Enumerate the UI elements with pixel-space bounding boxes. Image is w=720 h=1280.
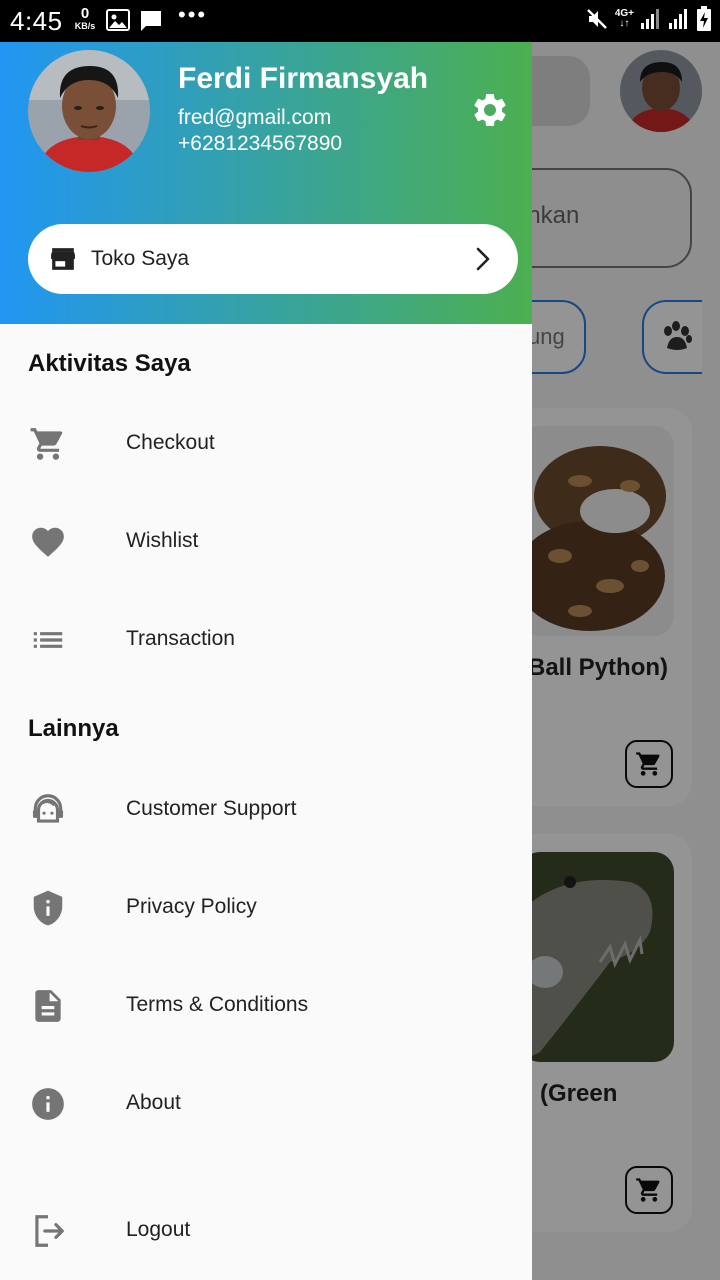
menu-label-terms-conditions: Terms & Conditions [126, 993, 309, 1016]
menu-item-terms-conditions[interactable]: Terms & Conditions [0, 971, 532, 1041]
chevron-right-icon [476, 247, 490, 271]
menu-item-logout[interactable]: Logout [0, 1196, 532, 1266]
status-time: 4:45 [10, 6, 63, 36]
shield-icon [28, 890, 68, 926]
gear-icon [474, 93, 506, 126]
signal-icon [669, 9, 687, 29]
mute-icon [586, 9, 607, 29]
net-speed: 0 KB/s [72, 6, 98, 31]
menu-item-transaction[interactable]: Transaction [0, 605, 532, 675]
menu-item-customer-support[interactable]: Customer Support [0, 775, 532, 845]
menu-label-about: About [126, 1091, 181, 1114]
section-title-activities: Aktivitas Saya [28, 350, 191, 377]
image-icon [106, 9, 130, 31]
user-email: fred@gmail.com [178, 106, 332, 129]
menu-label-transaction: Transaction [126, 627, 235, 650]
signal-icon [641, 9, 659, 29]
logout-icon [28, 1213, 68, 1249]
cart-icon [28, 426, 68, 462]
section-title-others: Lainnya [28, 715, 119, 742]
menu-item-privacy-policy[interactable]: Privacy Policy [0, 873, 532, 943]
list-icon [28, 622, 68, 658]
menu-label-customer-support: Customer Support [126, 797, 297, 820]
menu-label-checkout: Checkout [126, 431, 215, 454]
menu-label-logout: Logout [126, 1218, 191, 1241]
document-icon [28, 988, 68, 1024]
settings-button[interactable] [470, 90, 510, 130]
my-store-label: Toko Saya [91, 247, 190, 270]
network-type: 4G+ ↓↑ [614, 8, 634, 29]
status-bar: 4:45 0 KB/s ••• 4G+ ↓↑ [0, 0, 720, 42]
my-store-button[interactable]: Toko Saya [28, 224, 518, 294]
net-speed-value: 0 [80, 5, 90, 22]
net-speed-unit: KB/s [74, 21, 96, 31]
drawer-header: Ferdi Firmansyah fred@gmail.com +6281234… [0, 42, 532, 324]
more-dots-icon: ••• [178, 2, 208, 27]
status-right-icons: 4G+ ↓↑ [585, 6, 712, 32]
info-icon [28, 1086, 68, 1122]
menu-label-privacy-policy: Privacy Policy [126, 895, 257, 918]
user-name: Ferdi Firmansyah [178, 62, 429, 95]
menu-item-about[interactable]: About [0, 1069, 532, 1139]
menu-item-wishlist[interactable]: Wishlist [0, 507, 532, 577]
battery-charging-icon [697, 6, 711, 31]
navigation-drawer: Ferdi Firmansyah fred@gmail.com +6281234… [0, 42, 532, 1280]
heart-icon [28, 524, 68, 560]
menu-item-checkout[interactable]: Checkout [0, 409, 532, 479]
user-avatar[interactable] [28, 50, 150, 172]
store-icon [51, 248, 75, 270]
user-phone: +6281234567890 [178, 132, 343, 155]
network-type-label: 4G+ [614, 8, 634, 19]
message-icon [141, 11, 161, 31]
menu-label-wishlist: Wishlist [126, 529, 199, 552]
support-agent-icon [28, 792, 68, 828]
